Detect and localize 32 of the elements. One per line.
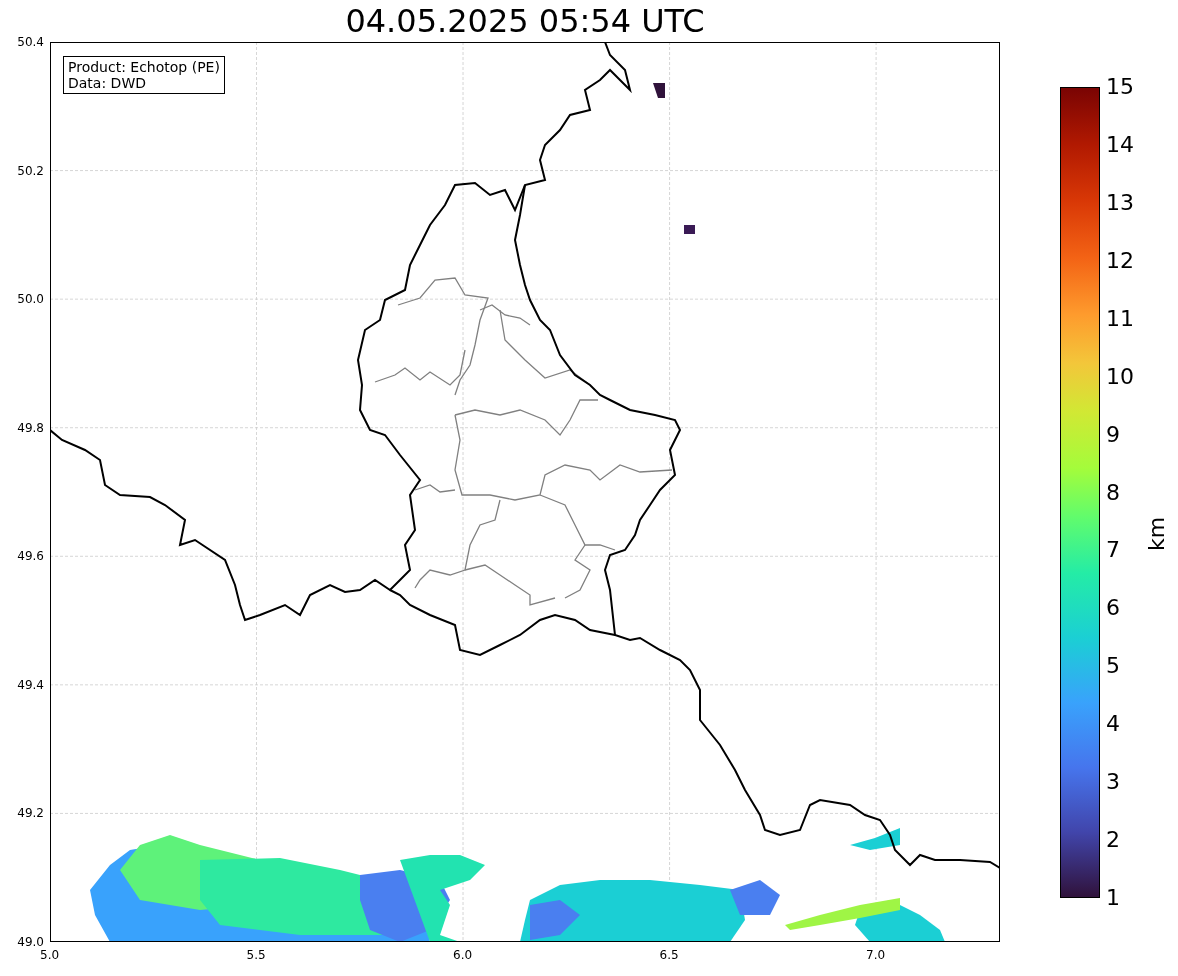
colorbar-tick-label: 14	[1106, 132, 1134, 157]
x-tick-label: 5.0	[40, 948, 60, 962]
x-tick-label: 5.5	[246, 948, 266, 962]
colorbar-tick-label: 4	[1106, 712, 1120, 737]
colorbar-tick-label: 12	[1106, 248, 1134, 273]
y-tick-label: 50.4	[17, 35, 44, 49]
colorbar-tick-label: 3	[1106, 770, 1120, 795]
y-tick-label: 50.2	[17, 163, 44, 178]
colorbar-tick-label: 8	[1106, 480, 1120, 505]
y-tick-label: 49.8	[17, 420, 44, 435]
colorbar-tick-label: 2	[1106, 828, 1120, 853]
colorbar-axis-label: km	[1145, 516, 1170, 552]
colorbar-tick-label: 5	[1106, 654, 1120, 679]
colorbar-tick-label: 1	[1106, 886, 1120, 910]
colorbar-tick-label: 9	[1106, 422, 1120, 447]
y-tick-label: 49.2	[17, 806, 44, 821]
colorbar-tick-label: 6	[1106, 596, 1120, 621]
y-tick-label: 49.6	[17, 549, 44, 564]
colorbar-tick-label: 10	[1106, 364, 1134, 389]
y-tick-label: 50.0	[17, 292, 44, 307]
legend-text: Data: DWD	[68, 75, 147, 91]
colorbar-tick-label: 11	[1106, 306, 1134, 331]
x-tick-label: 6.0	[453, 948, 473, 962]
colorbar-tick-label: 15	[1106, 75, 1134, 99]
colorbar-tick-label: 13	[1106, 190, 1134, 215]
legend-text: Product: Echotop (PE)	[68, 59, 220, 75]
colorbar-tick-label: 7	[1106, 538, 1120, 563]
y-tick-label: 49.4	[17, 677, 44, 692]
x-tick-label: 7.0	[866, 948, 886, 962]
chart-title: 04.05.2025 05:54 UTC	[345, 5, 705, 37]
x-tick-label: 6.5	[659, 948, 679, 962]
y-tick-label: 49.0	[17, 935, 44, 949]
